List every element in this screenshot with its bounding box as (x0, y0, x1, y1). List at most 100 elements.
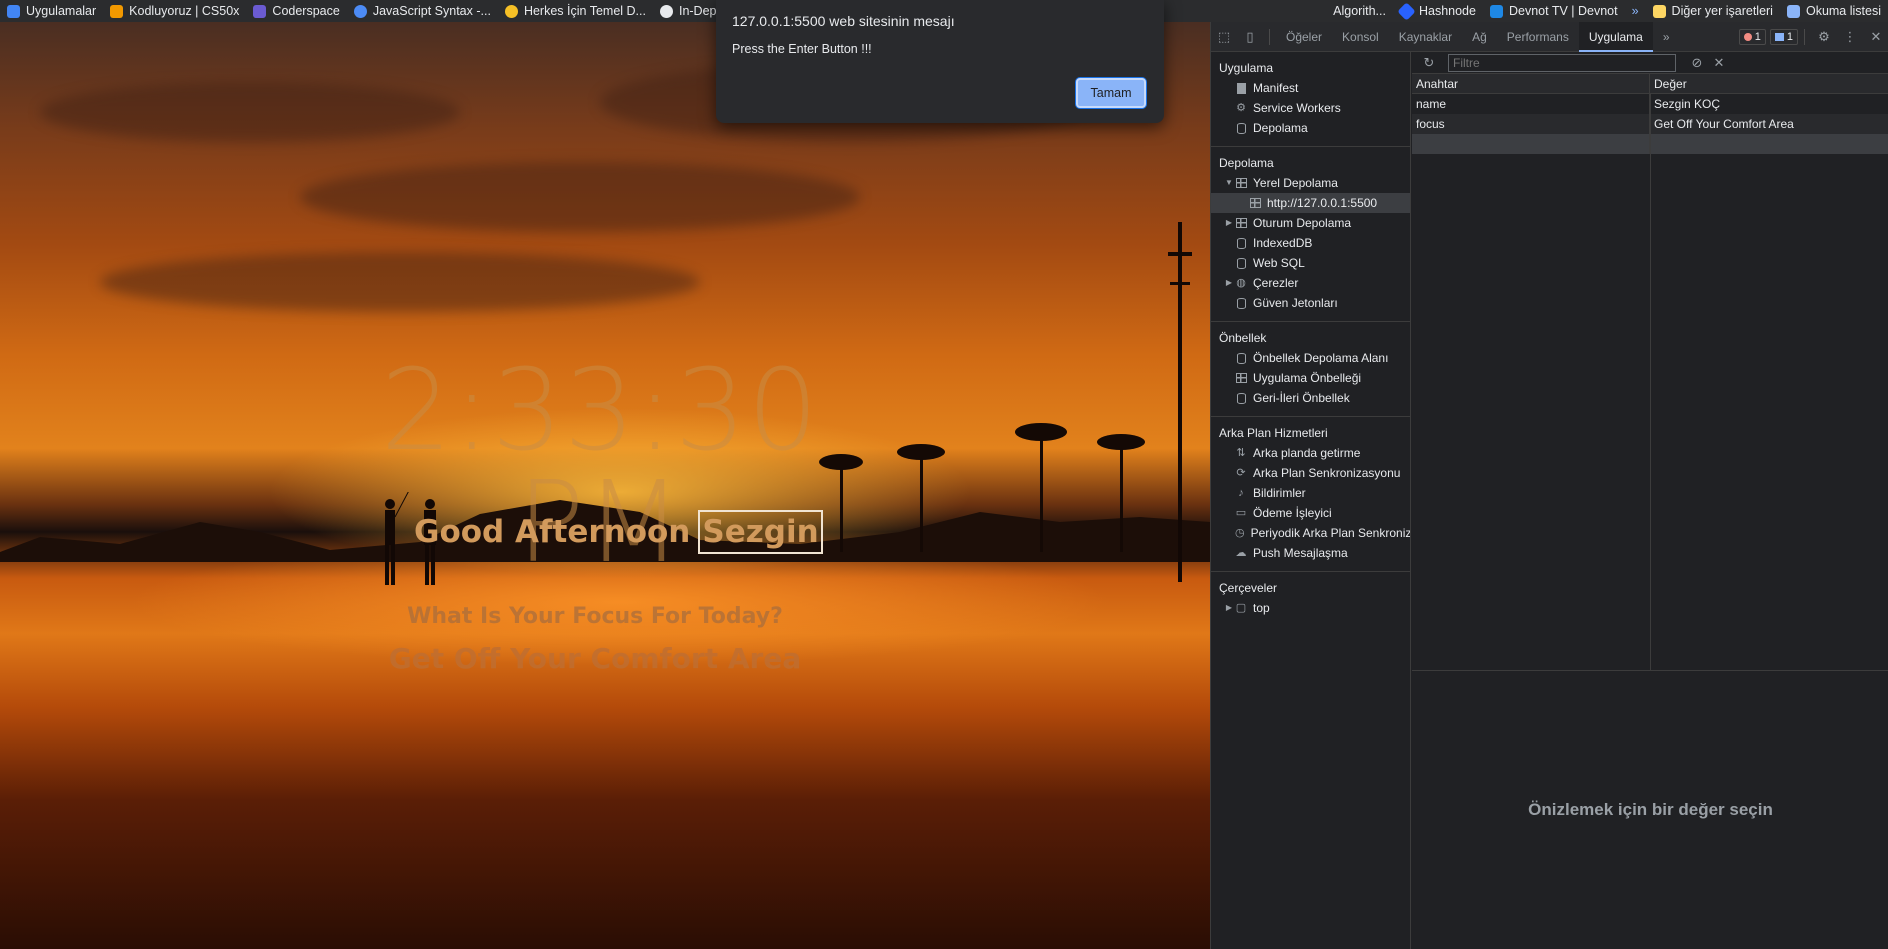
row-key: name (1412, 94, 1650, 114)
folder-icon (1652, 4, 1666, 18)
section-title-storage: Depolama (1219, 156, 1274, 170)
bookmark-devnot[interactable]: Devnot TV | Devnot (1483, 0, 1625, 22)
sidebar-item-cache-storage[interactable]: Önbellek Depolama Alanı (1211, 348, 1410, 368)
dialog-title: 127.0.0.1:5500 web sitesinin mesajı (732, 13, 955, 29)
section-title-cache: Önbellek (1219, 331, 1267, 345)
message-icon (1774, 32, 1784, 41)
gear-icon: ⚙ (1236, 102, 1246, 114)
tab-application[interactable]: Uygulama (1578, 21, 1653, 52)
tab-elements[interactable]: Öğeler (1276, 22, 1332, 52)
refresh-icon[interactable]: ↻ (1418, 55, 1440, 71)
sidebar-item-frame-top[interactable]: ▶ ▢ top (1211, 598, 1410, 618)
bookmark-reading-list[interactable]: Okuma listesi (1780, 0, 1888, 22)
collapsed-triangle-icon[interactable]: ▶ (1223, 273, 1235, 293)
row-key: focus (1412, 114, 1650, 134)
sidebar-item-service-workers[interactable]: ⚙ Service Workers (1211, 98, 1410, 118)
preview-placeholder: Önizlemek için bir değer seçin (1528, 800, 1773, 819)
sidebar-item-storage[interactable]: Depolama (1211, 118, 1410, 138)
column-header-key[interactable]: Anahtar (1412, 74, 1650, 93)
background-cloud (100, 252, 700, 312)
column-divider (1650, 94, 1651, 671)
database-icon (1235, 392, 1247, 404)
alert-dialog: 127.0.0.1:5500 web sitesinin mesajı Pres… (716, 0, 1164, 123)
sidebar-item-background-fetch[interactable]: ⇅ Arka planda getirme (1211, 443, 1410, 463)
more-options-icon[interactable]: ⋮ (1837, 22, 1863, 52)
database-icon (1235, 257, 1247, 269)
grid-icon (1235, 217, 1247, 229)
focus-input[interactable]: Get Off Your Comfort Area (0, 642, 1190, 675)
dialog-message: Press the Enter Button !!! (732, 42, 872, 56)
section-title-application: Uygulama (1219, 61, 1274, 75)
bookmark-javascript-syntax[interactable]: JavaScript Syntax -... (347, 0, 498, 22)
ok-button[interactable]: Tamam (1076, 78, 1146, 108)
sidebar-item-trust-tokens[interactable]: Güven Jetonları (1211, 293, 1410, 313)
sidebar-item-back-forward-cache[interactable]: Geri-İleri Önbellek (1211, 388, 1410, 408)
inspect-element-icon[interactable]: ⬚ (1211, 22, 1237, 52)
divider (1211, 571, 1410, 572)
bookmark-other-bookmarks[interactable]: Diğer yer işaretleri (1646, 0, 1780, 22)
database-icon (1235, 352, 1247, 364)
tab-console[interactable]: Konsol (1332, 22, 1389, 52)
filter-input[interactable] (1448, 53, 1676, 72)
table-header: Anahtar Değer (1412, 74, 1888, 94)
section-title-frames: Çerçeveler (1219, 581, 1278, 595)
device-toolbar-icon[interactable]: ▯ (1237, 22, 1263, 52)
bookmark-herkes-icin[interactable]: Herkes İçin Temel D... (498, 0, 653, 22)
reading-list-icon (1786, 4, 1800, 18)
expanded-triangle-icon[interactable]: ▼ (1223, 173, 1235, 193)
database-icon (1235, 297, 1247, 309)
bookmark-hashnode[interactable]: Hashnode (1393, 0, 1483, 22)
sidebar-item-indexeddb[interactable]: IndexedDB (1211, 233, 1410, 253)
sidebar-item-cookies[interactable]: ▶ ◍ Çerezler (1211, 273, 1410, 293)
sidebar-item-web-sql[interactable]: Web SQL (1211, 253, 1410, 273)
sidebar-item-background-sync[interactable]: ⟳ Arka Plan Senkronizasyonu (1211, 463, 1410, 483)
sidebar-item-payment-handler[interactable]: ▭ Ödeme İşleyici (1211, 503, 1410, 523)
devtools-tabbar: ⬚ ▯ Öğeler Konsol Kaynaklar Ağ Performan… (1211, 21, 1888, 52)
bookmark-algorithms[interactable]: Algorith... (1326, 0, 1393, 22)
delete-selected-icon[interactable]: ✕ (1708, 55, 1730, 71)
column-header-value[interactable]: Değer (1650, 74, 1888, 93)
error-count-badge[interactable]: 1 (1738, 28, 1766, 45)
devtools-panel: ⬚ ▯ Öğeler Konsol Kaynaklar Ağ Performan… (1210, 21, 1888, 949)
tab-performance[interactable]: Performans (1497, 22, 1579, 52)
bookmarks-overflow-button[interactable]: » (1625, 0, 1646, 22)
section-title-background-services: Arka Plan Hizmetleri (1219, 426, 1328, 440)
clear-all-icon[interactable]: ⊘ (1686, 55, 1708, 71)
close-devtools-icon[interactable]: ✕ (1863, 22, 1888, 52)
sidebar-item-periodic-background-sync[interactable]: ◷ Periyodik Arka Plan Senkroniz (1211, 523, 1410, 543)
storage-view: ↻ ⊘ ✕ Anahtar Değer name Sezgin KOÇ focu… (1412, 52, 1888, 949)
sidebar-item-local-storage[interactable]: ▼ Yerel Depolama (1211, 173, 1410, 193)
name-input[interactable]: Sezgin (698, 510, 823, 554)
bookmark-apps[interactable]: Uygulamalar (0, 0, 103, 22)
settings-gear-icon[interactable]: ⚙ (1811, 22, 1837, 52)
sidebar-item-session-storage[interactable]: ▶ Oturum Depolama (1211, 213, 1410, 233)
cloud-icon: ☁ (1235, 547, 1247, 559)
storage-toolbar: ↻ ⊘ ✕ (1412, 52, 1888, 74)
application-sidebar: Uygulama Manifest ⚙ Service Workers Depol… (1211, 52, 1411, 949)
card-icon: ▭ (1235, 507, 1247, 519)
sidebar-item-notifications[interactable]: ♪ Bildirimler (1211, 483, 1410, 503)
tab-sources[interactable]: Kaynaklar (1389, 22, 1462, 52)
message-count-badge[interactable]: 1 (1769, 28, 1798, 45)
sidebar-item-push-messaging[interactable]: ☁ Push Mesajlaşma (1211, 543, 1410, 563)
divider (1804, 28, 1805, 45)
more-tabs-button[interactable]: » (1653, 22, 1680, 52)
sidebar-item-manifest[interactable]: Manifest (1211, 78, 1410, 98)
row-value: Get Off Your Comfort Area (1654, 117, 1794, 131)
document-icon (1235, 82, 1247, 94)
frame-icon: ▢ (1235, 602, 1247, 614)
cookie-icon: ◍ (1236, 277, 1246, 289)
sidebar-item-application-cache[interactable]: Uygulama Önbelleği (1211, 368, 1410, 388)
arrows-icon: ⇅ (1236, 447, 1246, 459)
row-key (1412, 134, 1650, 154)
grid-icon (1235, 177, 1247, 189)
bookmark-coderspace[interactable]: Coderspace (246, 0, 346, 22)
row-value: Sezgin KOÇ (1654, 97, 1721, 111)
divider (1211, 146, 1410, 147)
collapsed-triangle-icon[interactable]: ▶ (1223, 598, 1235, 618)
grid-icon (1249, 197, 1261, 209)
sidebar-item-local-origin[interactable]: http://127.0.0.1:5500 (1211, 193, 1410, 213)
tab-network[interactable]: Ağ (1462, 22, 1497, 52)
collapsed-triangle-icon[interactable]: ▶ (1223, 213, 1235, 233)
bookmark-kodluyoruz[interactable]: Kodluyoruz | CS50x (103, 0, 246, 22)
